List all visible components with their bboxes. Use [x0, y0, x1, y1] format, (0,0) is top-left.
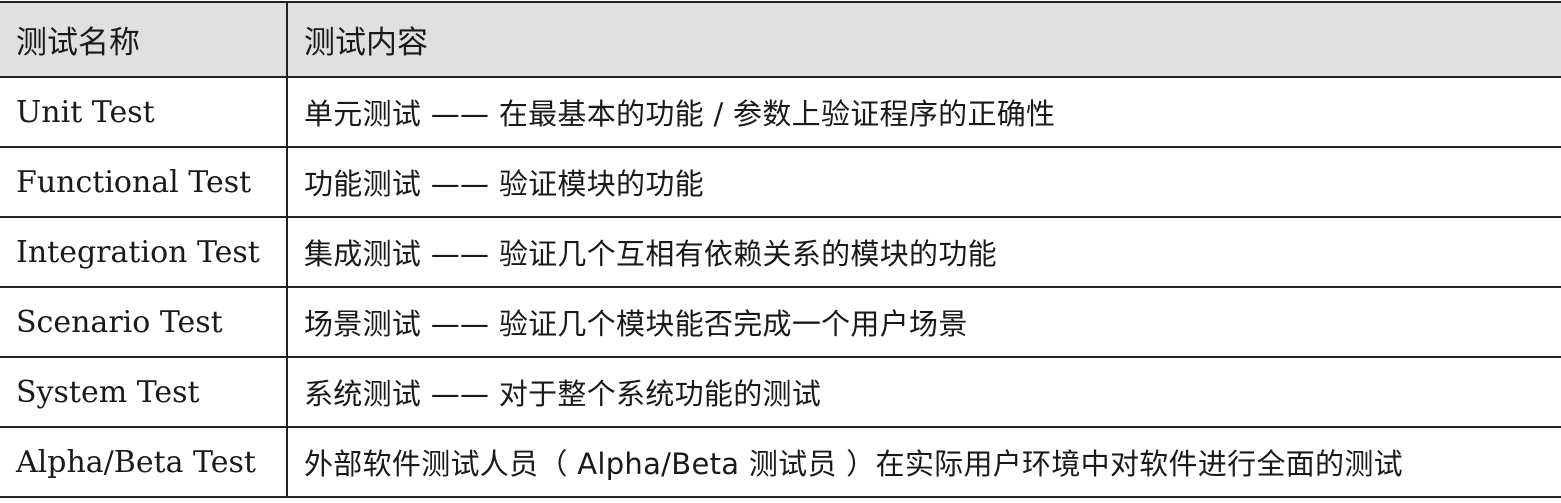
header-test-name: 测试名称	[0, 1, 288, 78]
test-name-cell: Scenario Test	[0, 286, 288, 358]
test-name-cell: System Test	[0, 356, 288, 428]
table-row: Scenario Test 场景测试 —— 验证几个模块能否完成一个用户场景	[0, 286, 1561, 358]
header-row: 测试名称 测试内容	[0, 1, 1561, 78]
table-row: Unit Test 单元测试 —— 在最基本的功能 / 参数上验证程序的正确性	[0, 76, 1561, 148]
test-content-cell: 集成测试 —— 验证几个互相有依赖关系的模块的功能	[287, 216, 1561, 288]
test-content-cell: 功能测试 —— 验证模块的功能	[287, 146, 1561, 218]
test-types-table: 测试名称 测试内容 Unit Test 单元测试 —— 在最基本的功能 / 参数…	[0, 1, 1561, 498]
test-name-cell: Alpha/Beta Test	[0, 426, 288, 498]
test-name-cell: Functional Test	[0, 146, 288, 218]
table-row: Functional Test 功能测试 —— 验证模块的功能	[0, 146, 1561, 218]
table-row: Integration Test 集成测试 —— 验证几个互相有依赖关系的模块的…	[0, 216, 1561, 288]
table-header: 测试名称 测试内容	[0, 1, 1561, 78]
test-content-cell: 系统测试 —— 对于整个系统功能的测试	[287, 356, 1561, 428]
table-row: System Test 系统测试 —— 对于整个系统功能的测试	[0, 356, 1561, 428]
test-name-cell: Unit Test	[0, 76, 288, 148]
table-body: Unit Test 单元测试 —— 在最基本的功能 / 参数上验证程序的正确性 …	[0, 76, 1561, 498]
test-content-cell: 场景测试 —— 验证几个模块能否完成一个用户场景	[287, 286, 1561, 358]
test-content-cell: 单元测试 —— 在最基本的功能 / 参数上验证程序的正确性	[287, 76, 1561, 148]
table-row: Alpha/Beta Test 外部软件测试人员（ Alpha/Beta 测试员…	[0, 426, 1561, 498]
test-name-cell: Integration Test	[0, 216, 288, 288]
test-content-cell: 外部软件测试人员（ Alpha/Beta 测试员 ）在实际用户环境中对软件进行全…	[287, 426, 1561, 498]
header-test-content: 测试内容	[287, 1, 1561, 78]
